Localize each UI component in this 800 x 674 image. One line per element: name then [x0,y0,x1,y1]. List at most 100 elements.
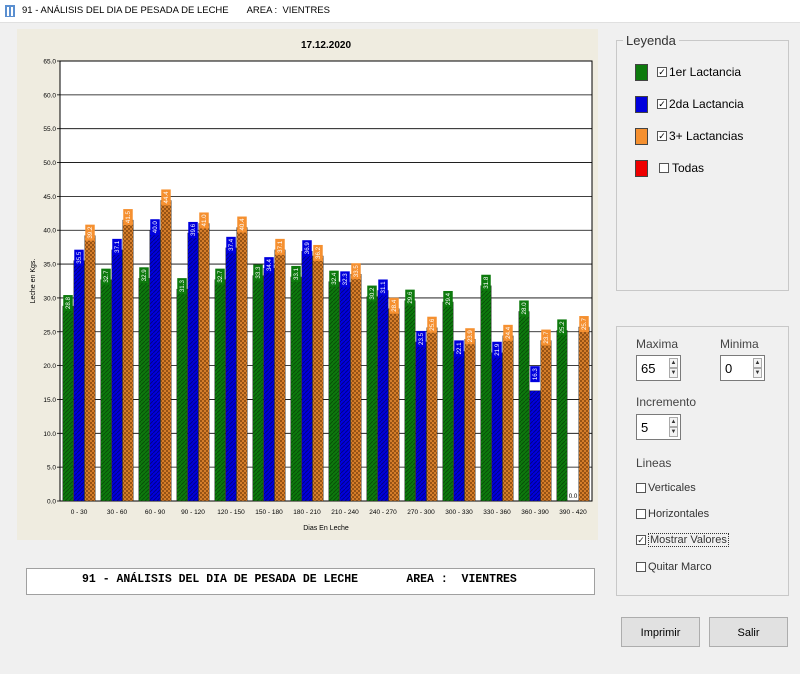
legend-label-todas: Todas [672,161,705,175]
data-label: 23.9 [467,330,474,343]
checkbox-verticales[interactable] [636,483,646,493]
data-label: 29.4 [445,292,452,305]
x-tick-label: 330 - 360 [483,509,511,516]
y-tick-label: 45.0 [43,194,56,201]
legend-checkbox-3[interactable]: ✓ [657,131,667,141]
checkbox-mostrar-valores[interactable]: ✓ [636,535,646,545]
bar-1er-lactancia [404,300,416,502]
legend-checkbox-1er[interactable]: ✓ [657,67,667,77]
bar-3-lactancia [312,255,324,502]
data-label: 25.7 [581,317,588,330]
legend-label-2da: 2da Lactancia [669,97,744,111]
y-tick-label: 40.0 [43,228,56,235]
maxima-down-arrow-icon[interactable]: ▼ [669,368,678,378]
data-label: 41.0 [201,214,208,227]
data-label: 28.0 [521,302,528,315]
swatch-green [635,64,648,81]
y-tick-label: 60.0 [43,92,56,99]
x-tick-label: 60 - 90 [145,509,166,516]
x-tick-label: 390 - 420 [559,509,587,516]
print-button[interactable]: Imprimir [621,617,700,647]
app-icon [5,5,15,17]
option-quitar-marco-label: Quitar Marco [648,561,712,573]
minima-spinner[interactable]: 0 ▲ ▼ [720,355,765,381]
bar-1er-lactancia [176,288,188,502]
x-tick-label: 270 - 300 [407,509,435,516]
data-label: 0.0 [569,493,578,500]
bar-2da-lactancia [339,282,351,502]
bar-1er-lactancia [62,305,74,502]
minima-down-arrow-icon[interactable]: ▼ [753,368,762,378]
data-label: 25.6 [429,318,436,331]
incremento-spinner[interactable]: 5 ▲ ▼ [636,414,681,440]
report-caption-box: 91 - ANÁLISIS DEL DIA DE PESADA DE LECHE… [26,568,595,595]
report-caption: 91 - ANÁLISIS DEL DIA DE PESADA DE LECHE… [82,573,517,586]
x-tick-label: 120 - 150 [217,509,245,516]
legend-label-1er: 1er Lactancia [669,65,742,79]
data-label: 32.4 [331,272,338,285]
bar-2da-lactancia [491,352,503,502]
legend-checkbox-todas[interactable] [659,163,669,173]
data-label: 33.1 [293,267,300,280]
maxima-up-arrow-icon[interactable]: ▲ [669,358,678,368]
y-tick-label: 20.0 [43,363,56,370]
bar-3-lactancia [350,274,362,502]
minima-value[interactable]: 0 [725,361,732,376]
bar-1er-lactancia [138,278,150,502]
bar-2da-lactancia [73,260,85,502]
data-label: 37.4 [228,238,235,251]
bar-1er-lactancia [290,276,302,502]
bar-1er-lactancia [518,311,530,502]
minima-up-arrow-icon[interactable]: ▲ [753,358,762,368]
x-axis-label: Dias En Leche [303,525,349,532]
x-tick-label: 210 - 240 [331,509,359,516]
title-bar: 91 - ANÁLISIS DEL DIA DE PESADA DE LECHE… [0,0,800,23]
exit-button[interactable]: Salir [709,617,788,647]
option-horizontales-label: Horizontales [648,508,710,520]
y-tick-label: 0.0 [47,499,56,506]
data-label: 28.4 [391,299,398,312]
incremento-down-arrow-icon[interactable]: ▼ [669,427,678,437]
bar-3-lactancia [464,339,476,502]
maxima-spinner[interactable]: 65 ▲ ▼ [636,355,681,381]
y-tick-label: 15.0 [43,397,56,404]
bar-3-lactancia [502,335,514,502]
bar-3-lactancia [198,223,210,502]
legend-label-3: 3+ Lactancias [669,129,744,143]
checkbox-quitar-marco[interactable] [636,562,646,572]
data-label: 25.2 [559,321,566,334]
swatch-orange [635,128,648,145]
bar-1er-lactancia [214,279,226,502]
data-label: 36.2 [315,246,322,259]
data-label: 44.4 [163,191,170,204]
y-tick-label: 30.0 [43,295,56,302]
swatch-red [635,160,648,177]
y-tick-label: 50.0 [43,160,56,167]
incremento-up-arrow-icon[interactable]: ▲ [669,417,678,427]
legend-checkbox-2da[interactable]: ✓ [657,99,667,109]
data-label: 21.9 [494,343,501,356]
y-tick-label: 55.0 [43,126,56,133]
checkbox-horizontales[interactable] [636,509,646,519]
data-label: 40.0 [152,221,159,234]
bar-3-lactancia [578,326,590,502]
data-label: 31.1 [380,281,387,294]
incremento-value[interactable]: 5 [641,420,648,435]
data-label: 30.2 [369,287,376,300]
y-axis-label: Leche en Kgs. [30,259,37,304]
swatch-blue [635,96,648,113]
x-tick-label: 180 - 210 [293,509,321,516]
bar-2da-lactancia [111,249,123,502]
data-label: 22.1 [456,342,463,355]
option-mostrar-valores-label: Mostrar Valores [648,533,729,547]
data-label: 36.9 [304,242,311,255]
data-label: 32.9 [141,269,148,282]
y-tick-label: 35.0 [43,262,56,269]
bar-2da-lactancia [453,351,465,502]
maxima-value[interactable]: 65 [641,361,655,376]
data-label: 39.6 [190,223,197,236]
window-title: 91 - ANÁLISIS DEL DIA DE PESADA DE LECHE… [22,5,330,16]
bar-2da-lactancia [301,251,313,502]
bar-1er-lactancia [480,285,492,502]
bar-1er-lactancia [100,279,112,502]
